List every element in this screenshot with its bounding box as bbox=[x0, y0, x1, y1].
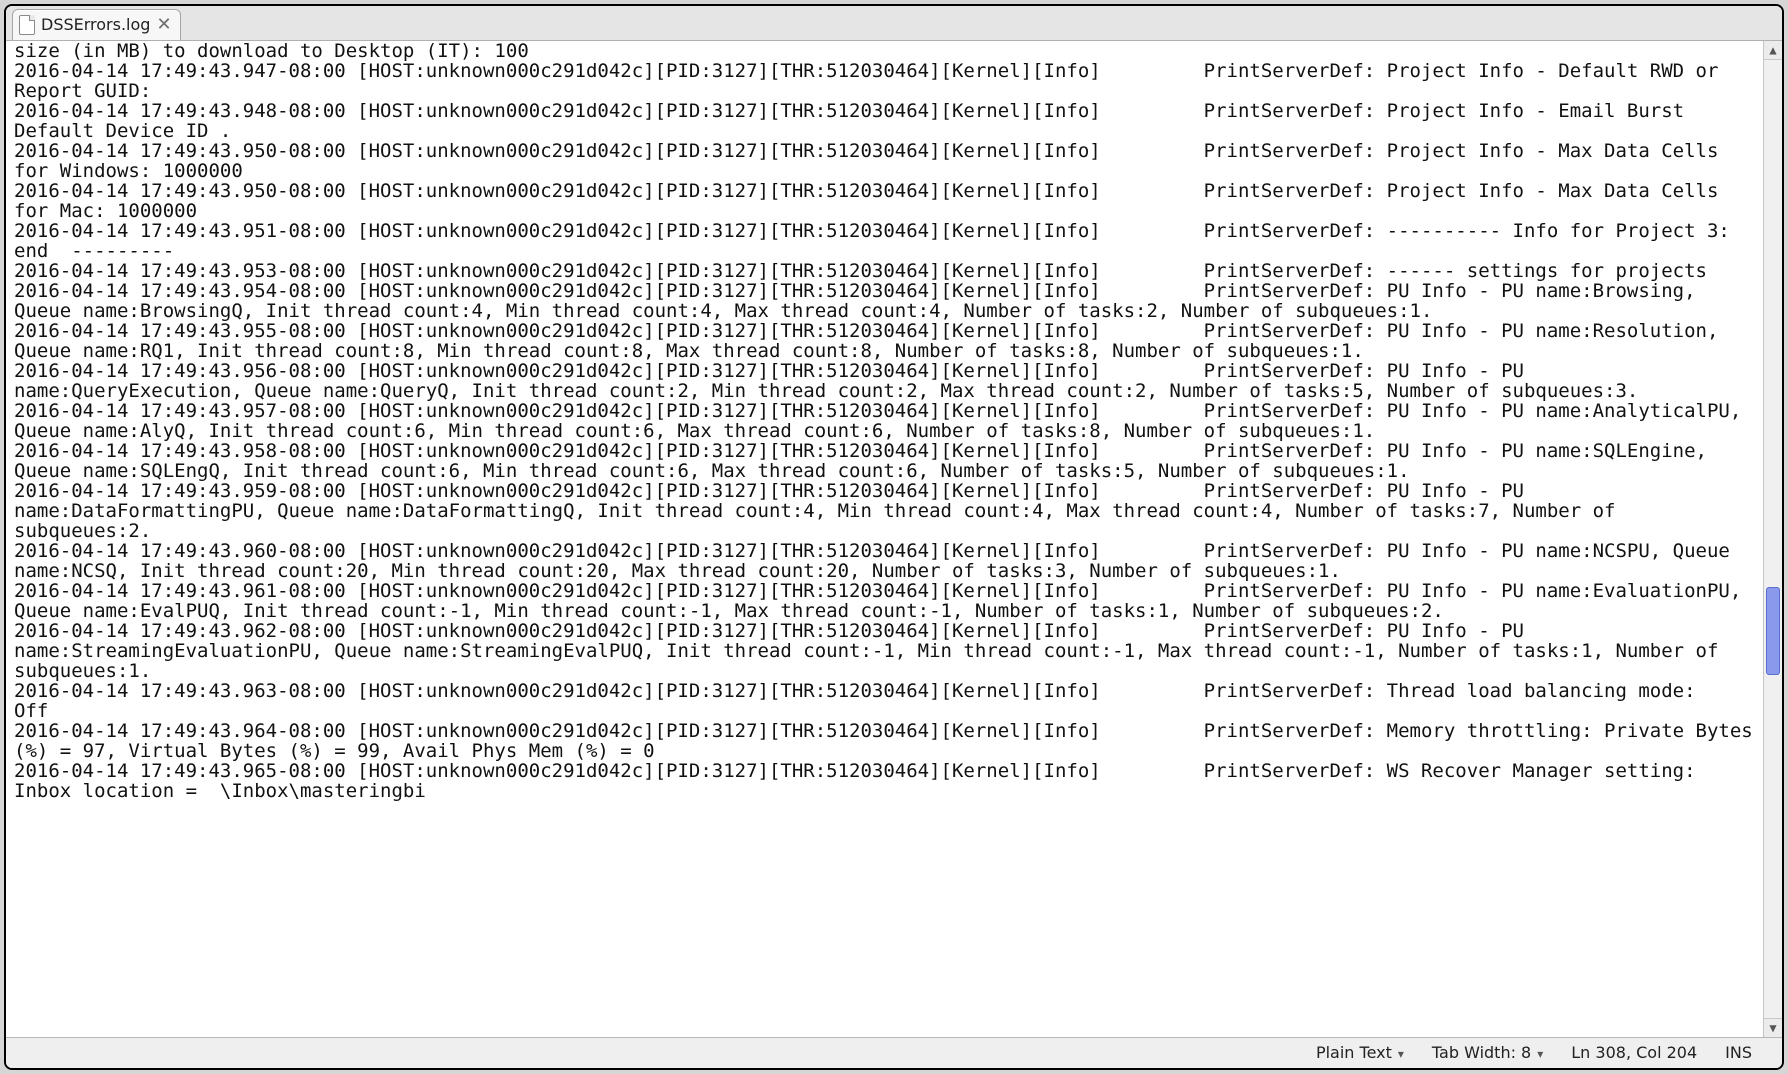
tab-dsserrors-log[interactable]: DSSErrors.log ✕ bbox=[12, 9, 181, 40]
scroll-down-arrow-icon[interactable]: ▼ bbox=[1764, 1018, 1782, 1037]
content-area: size (in MB) to download to Desktop (IT)… bbox=[6, 41, 1782, 1037]
tab-label: DSSErrors.log bbox=[41, 15, 150, 35]
scroll-up-arrow-icon[interactable]: ▲ bbox=[1764, 41, 1782, 60]
text-file-icon bbox=[19, 15, 35, 35]
editor-window: DSSErrors.log ✕ size (in MB) to download… bbox=[4, 4, 1784, 1070]
cursor-position: Ln 308, Col 204 bbox=[1571, 1043, 1697, 1063]
close-icon[interactable]: ✕ bbox=[156, 16, 171, 34]
scroll-thumb[interactable] bbox=[1766, 587, 1780, 675]
language-selector[interactable]: Plain Text bbox=[1316, 1043, 1404, 1064]
scroll-track[interactable] bbox=[1764, 60, 1782, 1018]
log-text-view[interactable]: size (in MB) to download to Desktop (IT)… bbox=[6, 41, 1763, 1037]
insert-mode[interactable]: INS bbox=[1725, 1043, 1752, 1063]
status-bar: Plain Text Tab Width: 8 Ln 308, Col 204 … bbox=[6, 1037, 1782, 1068]
tab-bar: DSSErrors.log ✕ bbox=[6, 6, 1782, 41]
tab-width-selector[interactable]: Tab Width: 8 bbox=[1432, 1043, 1543, 1064]
vertical-scrollbar[interactable]: ▲ ▼ bbox=[1763, 41, 1782, 1037]
